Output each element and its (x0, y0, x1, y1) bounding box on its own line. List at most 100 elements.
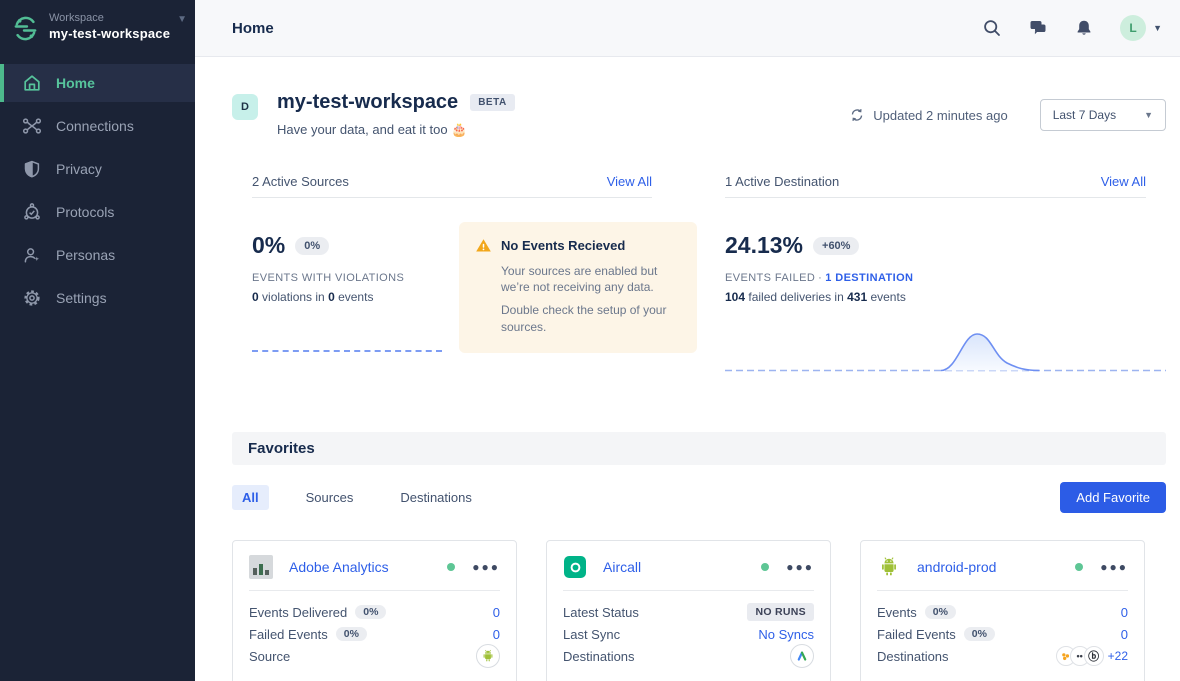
events-failed-label: EVENTS FAILED·1 DESTINATION (725, 272, 1166, 284)
user-menu[interactable]: L ▼ (1120, 15, 1162, 41)
percent-badge: 0% (336, 627, 367, 641)
sidebar-item-connections[interactable]: Connections (0, 107, 195, 145)
destinations-overflow-link[interactable]: +22 (1108, 649, 1128, 663)
warning-title: No Events Recieved (501, 238, 625, 253)
android-icon[interactable] (476, 644, 500, 668)
favorites-header-band: Favorites (232, 432, 1166, 465)
sidebar-item-label: Privacy (56, 161, 102, 177)
topbar: Home (195, 0, 1180, 57)
no-runs-badge: NO RUNS (747, 603, 814, 621)
percent-badge: 0% (355, 605, 386, 619)
favorite-card-aircall: Aircall ●●● Latest Status NO RUNS Last S… (546, 540, 831, 681)
violations-flatline-chart (252, 350, 442, 352)
home-icon (22, 73, 42, 93)
card-row: Destinations (563, 645, 814, 667)
sidebar-item-personas[interactable]: Personas (0, 236, 195, 274)
card-row: Events 0% 0 (877, 601, 1128, 623)
sources-view-all-link[interactable]: View All (607, 174, 652, 189)
overview-section: 2 Active Sources View All 0% 0% EVENTS W… (252, 174, 1166, 374)
card-title-link[interactable]: android-prod (917, 559, 996, 575)
sidebar-item-label: Home (56, 75, 95, 91)
violations-delta-badge: 0% (295, 237, 329, 255)
date-range-dropdown[interactable]: Last 7 Days ▼ (1040, 99, 1166, 131)
refresh-control[interactable]: Updated 2 minutes ago (849, 107, 1007, 123)
favorites-title: Favorites (248, 440, 315, 457)
refresh-icon (849, 107, 865, 123)
android-logo-icon (877, 555, 901, 579)
destination-count-link[interactable]: 1 DESTINATION (825, 272, 913, 284)
workspace-avatar: D (232, 94, 258, 120)
destination-avatar-stack[interactable]: •• ⓑ +22 (1056, 646, 1128, 666)
sidebar-item-label: Connections (56, 118, 134, 134)
chat-icon[interactable] (1028, 18, 1048, 38)
topbar-actions: L ▼ (982, 15, 1162, 41)
sidebar: Workspace my-test-workspace ▼ Home (0, 0, 195, 681)
failed-events-value-link[interactable]: 0 (1121, 627, 1128, 642)
events-value-link[interactable]: 0 (1121, 605, 1128, 620)
b-circle-icon: ⓑ (1084, 646, 1104, 666)
add-favorite-button[interactable]: Add Favorite (1060, 482, 1166, 513)
gear-icon (22, 288, 42, 308)
destinations-view-all-link[interactable]: View All (1101, 174, 1146, 189)
chevron-down-icon: ▼ (1144, 110, 1153, 120)
violations-percent: 0% (252, 232, 285, 259)
tab-destinations[interactable]: Destinations (390, 485, 482, 510)
card-row: Failed Events 0% 0 (877, 623, 1128, 645)
no-syncs-link[interactable]: No Syncs (758, 627, 814, 642)
card-row: Failed Events 0% 0 (249, 623, 500, 645)
status-dot (1075, 563, 1083, 571)
sidebar-nav: Home Connections (0, 64, 195, 317)
aircall-logo-icon (563, 555, 587, 579)
sidebar-item-protocols[interactable]: Protocols (0, 193, 195, 231)
percent-badge: 0% (925, 605, 956, 619)
failed-events-value-link[interactable]: 0 (493, 627, 500, 642)
events-failed-delta-badge: +60% (813, 237, 859, 255)
favorite-card-adobe-analytics: Adobe Analytics ●●● Events Delivered 0% … (232, 540, 517, 681)
status-dot (447, 563, 455, 571)
content-pane: Home (195, 0, 1180, 681)
favorites-cards: Adobe Analytics ●●● Events Delivered 0% … (232, 540, 1166, 681)
violations-detail: 0 violations in 0 events (252, 290, 459, 304)
status-dot (761, 563, 769, 571)
bell-icon[interactable] (1074, 18, 1094, 38)
sidebar-item-home[interactable]: Home (0, 64, 195, 102)
connections-icon (22, 116, 42, 136)
card-row: Last Sync No Syncs (563, 623, 814, 645)
card-row: Events Delivered 0% 0 (249, 601, 500, 623)
shield-icon (22, 159, 42, 179)
events-failed-sparkline-chart (725, 328, 1166, 374)
card-row: Destinations •• ⓑ +22 (877, 645, 1128, 667)
violations-label: EVENTS WITH VIOLATIONS (252, 272, 459, 284)
personas-icon (22, 245, 42, 265)
tab-all[interactable]: All (232, 485, 269, 510)
workspace-switcher[interactable]: Workspace my-test-workspace ▼ (0, 0, 195, 56)
workspace-subtitle: Have your data, and eat it too 🎂 (277, 122, 515, 138)
destinations-column: 1 Active Destination View All 24.13% +60… (725, 174, 1166, 374)
sidebar-item-label: Personas (56, 247, 115, 263)
workspace-header: D my-test-workspace BETA Have your data,… (232, 91, 1166, 138)
card-title-link[interactable]: Aircall (603, 559, 641, 575)
kebab-menu-icon[interactable]: ●●● (786, 561, 814, 573)
google-ads-icon[interactable] (790, 644, 814, 668)
sources-column: 2 Active Sources View All 0% 0% EVENTS W… (252, 174, 698, 374)
segment-logo-icon (12, 15, 39, 42)
card-row: Latest Status NO RUNS (563, 601, 814, 623)
tab-sources[interactable]: Sources (296, 485, 364, 510)
kebab-menu-icon[interactable]: ●●● (472, 561, 500, 573)
chevron-down-icon: ▼ (1153, 23, 1162, 33)
date-range-value: Last 7 Days (1053, 108, 1116, 122)
beta-badge: BETA (470, 94, 514, 111)
events-failed-stat: 24.13% +60% EVENTS FAILED·1 DESTINATION … (725, 232, 1166, 304)
card-title-link[interactable]: Adobe Analytics (289, 559, 389, 575)
sidebar-item-privacy[interactable]: Privacy (0, 150, 195, 188)
events-delivered-value-link[interactable]: 0 (493, 605, 500, 620)
app-root: Workspace my-test-workspace ▼ Home (0, 0, 1180, 681)
sources-section-title: 2 Active Sources (252, 174, 349, 189)
protocols-icon (22, 202, 42, 222)
events-failed-percent: 24.13% (725, 232, 803, 259)
sidebar-item-settings[interactable]: Settings (0, 279, 195, 317)
kebab-menu-icon[interactable]: ●●● (1100, 561, 1128, 573)
sidebar-item-label: Protocols (56, 204, 114, 220)
warning-box: No Events Recieved Your sources are enab… (459, 222, 697, 353)
search-icon[interactable] (982, 18, 1002, 38)
